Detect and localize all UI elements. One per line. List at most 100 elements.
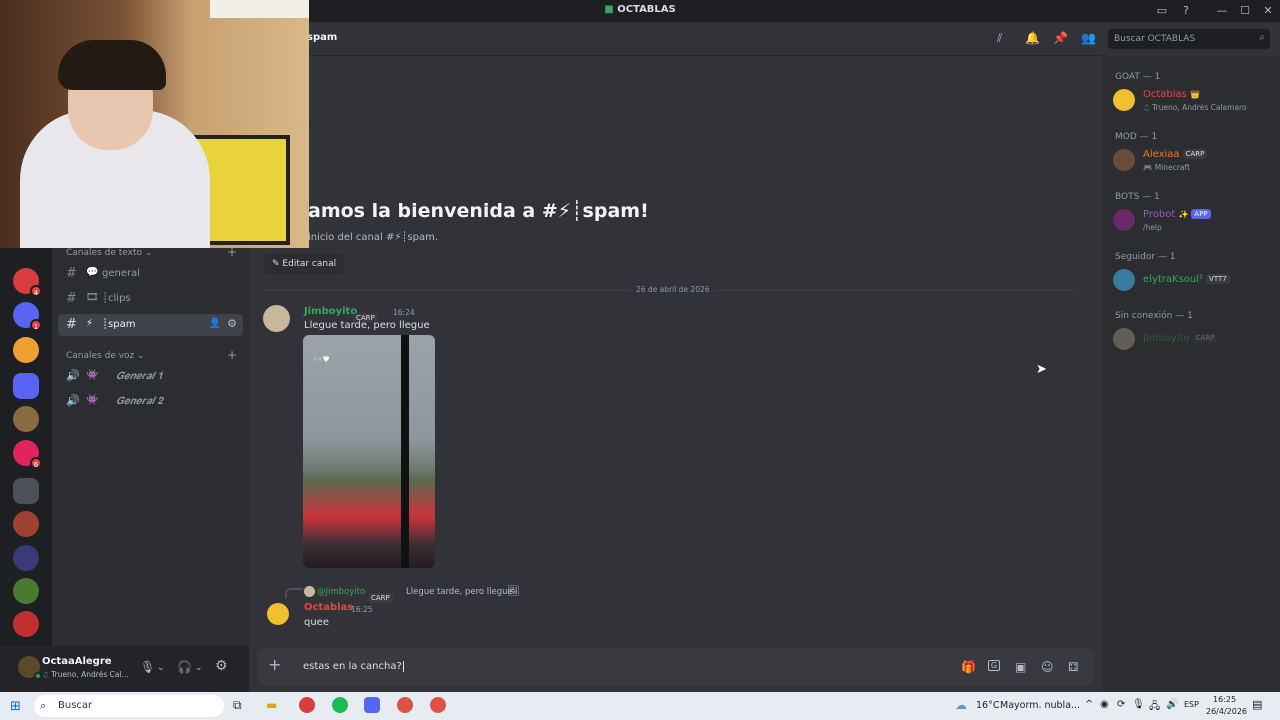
hash-icon: # — [66, 266, 77, 281]
reply-author[interactable]: @Jimboyito — [317, 587, 365, 597]
chrome-icon[interactable] — [397, 697, 413, 713]
gift-icon[interactable]: 🎁 — [961, 660, 976, 674]
member-activity: ♫ Trueno, Andrés Calamaro — [1143, 103, 1247, 112]
search-input[interactable]: Buscar OCTABLAS — [1114, 34, 1195, 44]
cloud-icon: ☁ — [955, 698, 967, 712]
gear-icon[interactable]: ⚙ — [227, 317, 237, 330]
category-text[interactable]: Canales de texto ⌄ — [66, 248, 152, 258]
invite-icon[interactable]: 👤 — [209, 318, 221, 329]
reply-text[interactable]: Llegue tarde, pero llegue — [406, 587, 513, 597]
channel-general[interactable]: # 💬 general — [58, 263, 243, 285]
member-name: Jimboyito CARP — [1143, 333, 1218, 344]
apps-icon[interactable]: ⚃ — [1068, 660, 1078, 674]
speaker-icon: 🔊 — [66, 369, 80, 382]
windows-start-icon[interactable]: ⊞ — [10, 699, 21, 714]
pin-icon[interactable]: 📌 — [1053, 31, 1068, 45]
server-5-icon[interactable]: 6 — [13, 440, 42, 469]
voice-channel-general-1[interactable]: 🔊 👾 𝑮𝒆𝒏𝒆𝒓𝒂𝒍 𝟏 — [58, 366, 243, 388]
server-6-icon[interactable] — [13, 511, 39, 537]
speaker-icon: 🔊 — [66, 394, 80, 407]
member-item[interactable]: Jimboyito CARP — [1111, 325, 1273, 355]
member-group-label: Sin conexión — 1 — [1115, 311, 1193, 321]
bell-icon[interactable]: 🔔 — [1025, 31, 1040, 45]
help-icon[interactable]: ? — [1178, 3, 1194, 19]
file-explorer-icon[interactable]: ▬ — [266, 698, 277, 712]
member-group-label: Seguidor — 1 — [1115, 252, 1176, 262]
member-group-label: BOTS — 1 — [1115, 192, 1160, 202]
search-icon: ⌕ — [40, 699, 47, 712]
server-8-icon[interactable] — [13, 578, 39, 604]
add-attachment-icon[interactable]: + — [268, 657, 281, 673]
volume-icon[interactable]: 🔊 — [1166, 699, 1178, 710]
mic-tray-icon[interactable]: 🎙 — [1132, 699, 1145, 710]
search-icon[interactable]: ⌕ — [1259, 32, 1265, 43]
network-icon[interactable]: 🖧 — [1149, 699, 1160, 716]
inbox-icon[interactable]: ▭ — [1154, 3, 1170, 19]
lightning-icon: ⚡ — [86, 318, 94, 329]
server-folder-2-icon[interactable] — [13, 478, 39, 504]
maximize-button[interactable]: ☐ — [1237, 3, 1253, 19]
task-view-icon[interactable]: ⧉ — [233, 698, 242, 713]
chevron-down-icon[interactable]: ⌄ — [157, 661, 165, 675]
member-item[interactable]: Octablas 👑 ♫ Trueno, Andrés Calamaro — [1111, 86, 1273, 116]
mouse-cursor-icon: ➤ — [1036, 362, 1047, 377]
record-icon[interactable]: ◉ — [1100, 699, 1109, 710]
webcam-frame-top — [210, 0, 309, 18]
clock-date[interactable]: 26/4/2026 — [1206, 707, 1247, 716]
close-button[interactable]: ✕ — [1260, 3, 1276, 19]
discord-icon[interactable] — [364, 697, 380, 713]
emoji-icon[interactable]: ☺ — [1041, 660, 1054, 674]
minimize-button[interactable]: — — [1214, 3, 1230, 19]
avatar — [1113, 269, 1135, 291]
hash-icon: # — [66, 317, 77, 332]
channel-clips[interactable]: # 🎞 ┊clips — [58, 288, 243, 310]
channel-header: spam ⫽ 🔔 📌 👥 — [249, 22, 1103, 56]
chevron-up-icon[interactable]: ^ — [1085, 699, 1093, 710]
category-voice[interactable]: Canales de voz ⌄ — [66, 351, 145, 361]
members-icon[interactable]: 👥 — [1081, 31, 1096, 45]
attached-image[interactable]: ◦◦♥ — [303, 335, 435, 568]
voice-channel-general-2[interactable]: 🔊 👾 𝑮𝒆𝒏𝒆𝒓𝒂𝒍 𝟐 — [58, 391, 243, 413]
server-9-icon[interactable] — [13, 611, 39, 637]
server-3-icon[interactable] — [13, 337, 39, 363]
alien-icon: 👾 — [86, 370, 99, 381]
language-indicator[interactable]: ESP — [1184, 700, 1199, 709]
server-folder-1-icon[interactable] — [13, 373, 39, 399]
sticker-icon[interactable]: ▣ — [1015, 660, 1026, 674]
settings-gear-icon[interactable]: ⚙ — [215, 659, 228, 673]
clock-time[interactable]: 16:25 — [1213, 695, 1236, 704]
member-item[interactable]: Alexiaa CARP 🎮 Minecraft — [1111, 146, 1273, 176]
spotify-icon[interactable] — [332, 697, 348, 713]
add-voice-channel-icon[interactable]: + — [227, 348, 237, 362]
taskbar-search[interactable]: ⌕ Buscar — [34, 695, 224, 717]
message-time: 16:25 — [351, 605, 373, 614]
edit-channel-button[interactable]: ✎ Editar canal — [264, 254, 345, 274]
server-1-icon[interactable]: 4 — [13, 268, 42, 297]
obs-icon[interactable] — [299, 697, 315, 713]
server-2-icon[interactable]: 1 — [13, 302, 42, 331]
member-item[interactable]: Probot ✨ APP /help — [1111, 206, 1273, 236]
sync-icon[interactable]: ⟳ — [1117, 699, 1125, 710]
avatar[interactable] — [267, 603, 289, 625]
weather-desc[interactable]: Mayorm. nubla... — [1000, 700, 1080, 711]
message-author[interactable]: Octablas — [304, 602, 353, 613]
server-7-icon[interactable] — [13, 545, 39, 571]
weather-temp[interactable]: 16°C — [976, 700, 999, 711]
online-status-icon — [34, 672, 42, 680]
threads-icon[interactable]: ⫽ — [997, 31, 1002, 45]
microphone-icon[interactable]: 🎙 — [140, 660, 155, 674]
chevron-down-icon[interactable]: ⌄ — [195, 661, 203, 675]
message-author[interactable]: Jimboyito — [304, 306, 357, 317]
channel-spam[interactable]: # ⚡ ┊spam 👤 ⚙ — [58, 314, 243, 336]
chevron-down-icon: ⌄ — [137, 351, 145, 361]
chrome-profile-icon[interactable] — [430, 697, 446, 713]
notification-icon[interactable]: ▤ — [1252, 698, 1262, 711]
server-4-icon[interactable] — [13, 406, 39, 432]
member-item[interactable]: elytraKsoul² VTT7 — [1111, 266, 1273, 296]
avatar[interactable] — [263, 305, 290, 332]
message-composer: + estas en la cancha? 🎁 G ▣ ☺ ⚃ — [258, 648, 1094, 686]
message-input[interactable]: estas en la cancha? — [303, 661, 404, 672]
headphones-icon[interactable]: 🎧 — [177, 660, 192, 674]
search-bar[interactable]: Buscar OCTABLAS ⌕ — [1108, 29, 1270, 49]
gif-icon[interactable]: G — [988, 660, 1000, 671]
